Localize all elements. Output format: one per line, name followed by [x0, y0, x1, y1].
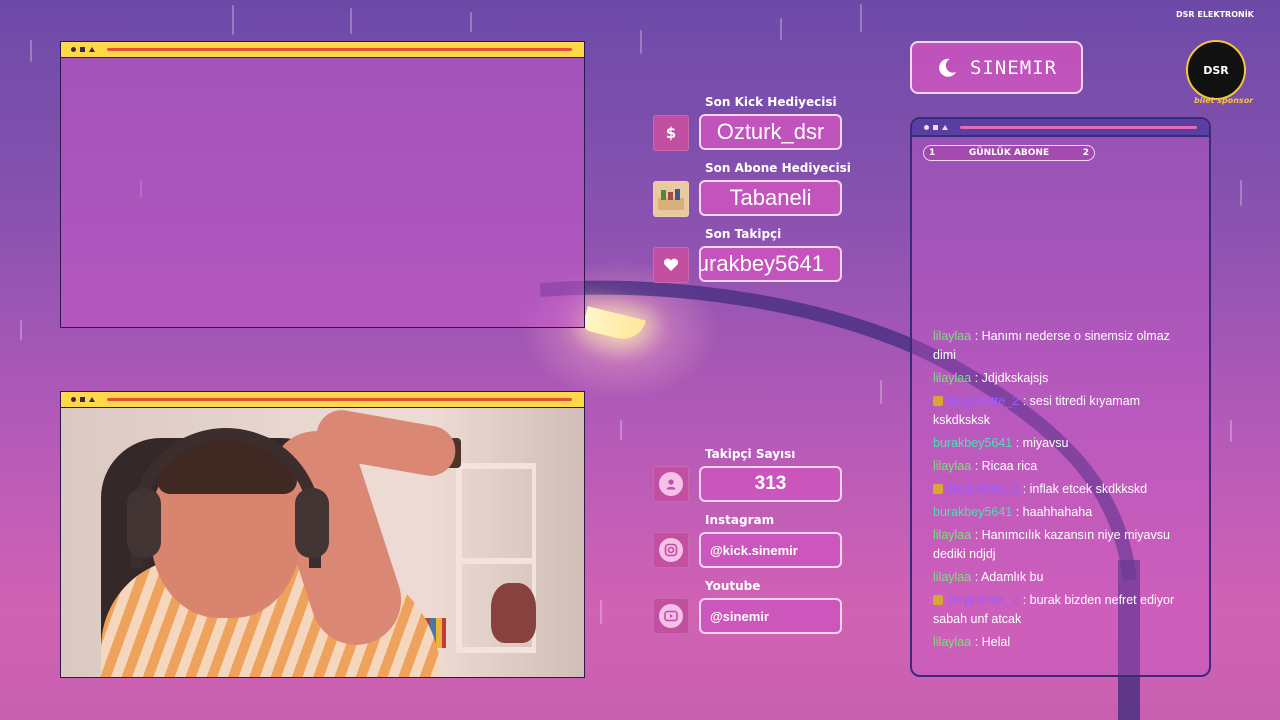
chat-message-list: lilaylaa : Hanımı nederse o sinemsiz olm… [933, 327, 1195, 656]
chat-message: lilaylaa : Helal [933, 633, 1195, 652]
last-kick-gifter-label: Son Kick Hediyecisi [705, 95, 837, 109]
chat-text: : Ricaa rica [974, 459, 1038, 473]
webcam-frame-panel [60, 391, 585, 678]
heart-icon [653, 247, 689, 283]
last-follower-value: burakbey5641 [699, 246, 842, 282]
youtube-icon [653, 598, 689, 634]
chat-message: heyjuliette_2 : sesi titredi kıyamam ksk… [933, 392, 1195, 430]
frame-square-icon [80, 397, 85, 402]
chat-username[interactable]: lilaylaa [933, 635, 971, 649]
chat-username[interactable]: lilaylaa [933, 459, 971, 473]
frame-title-line [107, 48, 572, 51]
chat-titlebar [912, 119, 1209, 137]
chat-message: lilaylaa : Jdjdkskajsjs [933, 369, 1195, 388]
chat-text: : miyavsu [1015, 436, 1069, 450]
gift-image-icon [653, 181, 689, 217]
chat-username[interactable]: lilaylaa [933, 570, 971, 584]
chat-panel: 1 GÜNLÜK ABONE 2 lilaylaa : Hanımı neder… [910, 117, 1211, 677]
streamer-name: SINEMIR [969, 56, 1058, 79]
frame-dot-icon [924, 124, 929, 130]
daily-sub-goal-bar: 1 GÜNLÜK ABONE 2 [923, 145, 1095, 161]
chat-username[interactable]: burakbey5641 [933, 436, 1012, 450]
youtube-label: Youtube [705, 579, 761, 593]
goal-current: 1 [929, 148, 936, 158]
chat-message: lilaylaa : Ricaa rica [933, 457, 1195, 476]
sponsor-logo: DSR ELEKTRONİK DSR bilet sponsor [1172, 10, 1264, 110]
chat-username[interactable]: heyjuliette_2 [949, 394, 1019, 408]
chat-message: lilaylaa : Hanımcılık kazansın niye miya… [933, 526, 1195, 564]
youtube-value: @sinemir [699, 598, 842, 634]
frame-triangle-icon [89, 47, 95, 52]
sponsor-emblem: DSR [1186, 40, 1246, 100]
user-icon [653, 466, 689, 502]
chat-text: : Jdjdkskajsjs [974, 371, 1049, 385]
top-frame-panel [60, 41, 585, 328]
chat-username[interactable]: heyjuliette_2 [949, 593, 1019, 607]
chat-message: lilaylaa : Adamlık bu [933, 568, 1195, 587]
dollar-icon: $ [653, 115, 689, 151]
frame-title-line [960, 125, 1197, 129]
chat-message: lilaylaa : Hanımı nederse o sinemsiz olm… [933, 327, 1195, 365]
chat-message: heyjuliette_2 : burak bizden nefret ediy… [933, 591, 1195, 629]
frame-triangle-icon [89, 397, 95, 402]
frame-dot-icon [71, 397, 76, 402]
chat-text: : haahhahaha [1015, 505, 1093, 519]
frame-title-line [107, 398, 572, 401]
chat-text: : inflak etcek skdkkskd [1022, 482, 1148, 496]
frame-titlebar [61, 392, 584, 408]
instagram-label: Instagram [705, 513, 775, 527]
frame-square-icon [933, 124, 938, 130]
frame-square-icon [80, 47, 85, 52]
chat-message: heyjuliette_2 : inflak etcek skdkkskd [933, 480, 1195, 499]
last-sub-gifter-value: Tabaneli [699, 180, 842, 216]
instagram-icon [653, 532, 689, 568]
subscriber-badge-icon [933, 396, 943, 406]
subscriber-badge-icon [933, 595, 943, 605]
sponsor-subtitle: bilet sponsor [1194, 96, 1254, 105]
chat-text: : Adamlık bu [974, 570, 1044, 584]
chat-username[interactable]: heyjuliette_2 [949, 482, 1019, 496]
follower-count-value: 313 [699, 466, 842, 502]
frame-titlebar [61, 42, 584, 58]
last-kick-gifter-value: Ozturk_dsr [699, 114, 842, 150]
sponsor-logo-text: DSR [1203, 63, 1229, 77]
subscriber-badge-icon [933, 484, 943, 494]
chat-username[interactable]: lilaylaa [933, 371, 971, 385]
last-sub-gifter-label: Son Abone Hediyecisi [705, 161, 851, 175]
chat-message: burakbey5641 : haahhahaha [933, 503, 1195, 522]
sponsor-title: DSR ELEKTRONİK [1176, 10, 1254, 19]
frame-dot-icon [71, 47, 76, 52]
chat-username[interactable]: lilaylaa [933, 528, 971, 542]
chat-username[interactable]: burakbey5641 [933, 505, 1012, 519]
chat-text: : Helal [974, 635, 1011, 649]
webcam-tint [61, 408, 584, 677]
chat-username[interactable]: lilaylaa [933, 329, 971, 343]
goal-label: GÜNLÜK ABONE [968, 148, 1050, 158]
last-follower-label: Son Takipçi [705, 227, 782, 241]
follower-count-label: Takipçi Sayısı [705, 447, 796, 461]
moon-icon [939, 58, 956, 77]
chat-message: burakbey5641 : miyavsu [933, 434, 1195, 453]
frame-triangle-icon [942, 124, 948, 130]
streamer-name-badge: SINEMIR [910, 41, 1083, 94]
webcam-feed [61, 408, 584, 677]
instagram-value: @kick.sinemir [699, 532, 842, 568]
goal-target: 2 [1082, 148, 1089, 158]
